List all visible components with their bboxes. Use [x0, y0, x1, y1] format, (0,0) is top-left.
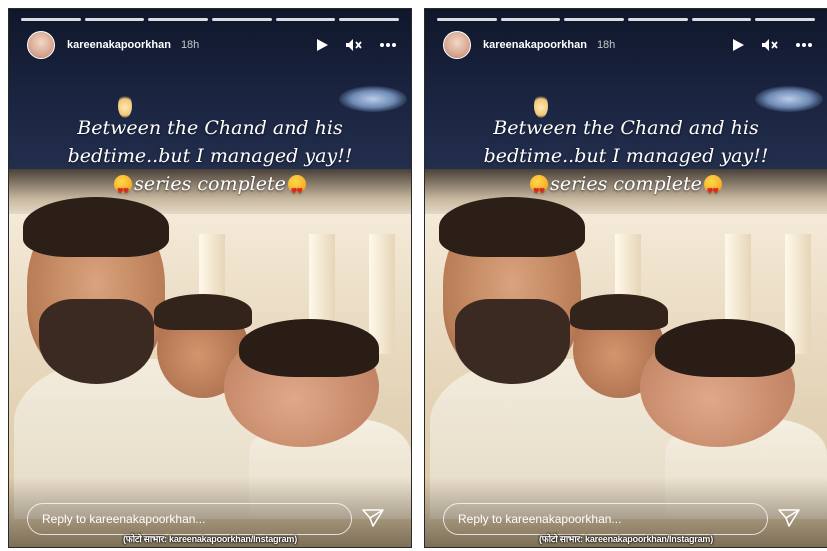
reply-placeholder: Reply to kareenakapoorkhan...	[458, 512, 622, 526]
heart-eyes-emoji-icon	[703, 175, 722, 205]
story-photo	[9, 9, 411, 547]
mute-icon[interactable]	[345, 38, 363, 52]
send-icon[interactable]	[361, 508, 385, 533]
avatar[interactable]	[27, 31, 55, 59]
reply-input[interactable]: Reply to kareenakapoorkhan...	[27, 503, 352, 535]
story-header: kareenakapoorkhan 18h	[443, 31, 813, 59]
story-header: kareenakapoorkhan 18h	[27, 31, 397, 59]
caption-line-2: bedtime..but I managed yay!!	[483, 145, 769, 167]
send-icon[interactable]	[777, 508, 801, 533]
story-caption: Between the Chand and his bedtime..but I…	[435, 114, 817, 205]
mute-icon[interactable]	[761, 38, 779, 52]
heart-eyes-emoji-icon	[287, 175, 306, 205]
photo-credit: (फोटो साभार: kareenakapoorkhan/Instagram…	[122, 534, 298, 544]
story-panel-right: kareenakapoorkhan 18h Between the Chand …	[424, 8, 827, 548]
reply-input[interactable]: Reply to kareenakapoorkhan...	[443, 503, 768, 535]
caption-line-3: series complete	[435, 170, 817, 205]
caption-line-1: Between the Chand and his	[77, 117, 343, 139]
photo-credit: (फोटो साभार: kareenakapoorkhan/Instagram…	[538, 534, 714, 544]
story-progress-bar	[21, 18, 400, 21]
more-options-icon[interactable]	[795, 42, 813, 48]
caption-line-3: series complete	[19, 170, 401, 205]
play-icon[interactable]	[315, 38, 329, 52]
reply-placeholder: Reply to kareenakapoorkhan...	[42, 512, 206, 526]
heart-eyes-emoji-icon	[114, 175, 133, 205]
username[interactable]: kareenakapoorkhan	[67, 39, 171, 51]
username[interactable]: kareenakapoorkhan	[483, 39, 587, 51]
post-time: 18h	[596, 39, 616, 51]
story-progress-bar	[437, 18, 816, 21]
avatar[interactable]	[443, 31, 471, 59]
story-caption: Between the Chand and his bedtime..but I…	[19, 114, 401, 205]
story-photo	[425, 9, 827, 547]
story-panel-left: kareenakapoorkhan 18h Between the Chand …	[8, 8, 412, 548]
caption-line-1: Between the Chand and his	[493, 117, 759, 139]
post-time: 18h	[180, 39, 200, 51]
more-options-icon[interactable]	[379, 42, 397, 48]
play-icon[interactable]	[731, 38, 745, 52]
caption-line-2: bedtime..but I managed yay!!	[67, 145, 353, 167]
heart-eyes-emoji-icon	[530, 175, 549, 205]
